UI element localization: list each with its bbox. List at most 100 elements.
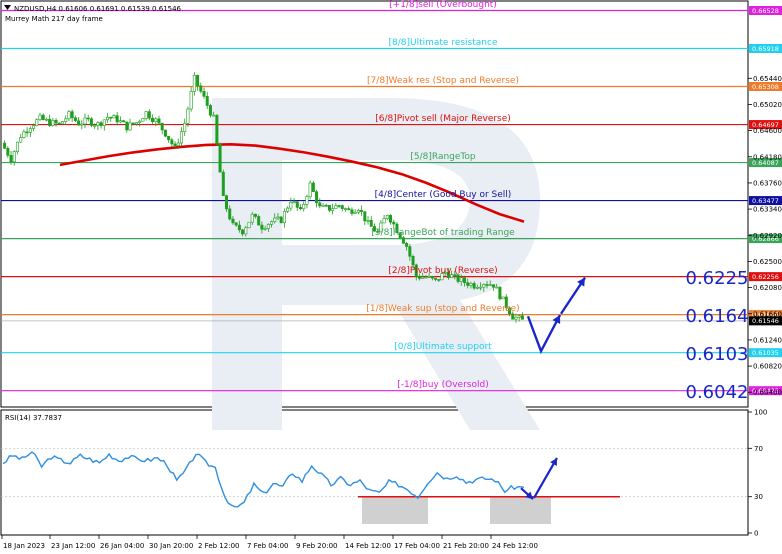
candle-body [292, 201, 296, 204]
candle-body [479, 286, 483, 289]
candle-body [212, 114, 216, 117]
candle-body [99, 122, 103, 126]
candle-body [411, 256, 415, 266]
x-axis-tick-label: 30 Jan 20:00 [149, 542, 193, 550]
candle-body [141, 118, 145, 122]
candle-body [83, 117, 87, 125]
candle-body [340, 205, 344, 209]
murrey-level-badge-text: 0.66528 [752, 7, 779, 15]
x-axis-tick-label: 26 Jan 04:00 [100, 542, 144, 550]
rsi-axis-tick-label: 0 [754, 530, 758, 538]
candle-body [295, 201, 299, 208]
murrey-level-label: [2/8]Pivot buy (Reverse) [388, 266, 497, 276]
candle-body [318, 202, 322, 207]
candle-body [279, 216, 283, 224]
y-axis-tick-label: 0.60400 [753, 389, 782, 397]
candle-body [270, 221, 274, 225]
x-axis-tick-label: 14 Feb 12:00 [345, 542, 391, 550]
candle-body [356, 210, 360, 213]
x-axis-tick-label: 9 Feb 20:00 [296, 542, 337, 550]
y-axis-tick-label: 0.63760 [753, 179, 782, 187]
murrey-level-badge-text: 0.63477 [752, 197, 779, 205]
candle-body [54, 119, 58, 124]
candle-body [266, 224, 270, 229]
candle-body [218, 143, 222, 173]
candle-body [122, 120, 126, 123]
y-axis-tick-label: 0.62500 [753, 258, 782, 266]
x-axis-tick-label: 2 Feb 12:00 [198, 542, 239, 550]
candle-body [118, 120, 122, 123]
candle-body [244, 227, 248, 235]
x-axis-tick-label: 7 Feb 04:00 [247, 542, 288, 550]
candle-body [382, 218, 386, 224]
candle-body [311, 182, 315, 192]
candle-body [298, 207, 302, 210]
candle-body [421, 276, 425, 279]
candle-body [102, 119, 106, 126]
murrey-level-badge-text: 0.61035 [752, 349, 779, 357]
candle-body [327, 205, 331, 211]
candle-body [93, 124, 97, 127]
candle-body [321, 205, 325, 207]
candle-body [511, 313, 515, 320]
candle-body [44, 118, 48, 121]
candle-body [417, 276, 421, 279]
candle-body [138, 120, 142, 123]
y-axis-tick-label: 0.64180 [753, 153, 782, 161]
candle-body [475, 287, 479, 289]
murrey-level-label: [+1/8]sell (Overbought) [389, 0, 497, 10]
rsi-header: RSI(14) 37.7837 [5, 414, 62, 422]
murrey-level-label: [0/8]Ultimate support [394, 342, 492, 352]
candle-body [517, 315, 521, 318]
candle-body [273, 217, 277, 222]
candle-body [154, 118, 158, 122]
candle-body [231, 218, 235, 224]
candle-body [427, 276, 431, 278]
candle-body [282, 211, 286, 224]
candle-body [41, 114, 45, 120]
candle-body [405, 243, 409, 247]
candle-body [163, 129, 167, 137]
y-axis-tick-label: 0.60820 [753, 363, 782, 371]
candle-body [208, 105, 212, 116]
candle-body [263, 228, 267, 230]
candle-body [86, 117, 90, 120]
candle-body [472, 283, 476, 289]
candle-body [498, 286, 502, 300]
candle-body [147, 111, 151, 119]
candle-body [183, 123, 187, 132]
price-target-label: 0.6164 [686, 306, 749, 327]
candle-body [64, 118, 68, 122]
y-axis-tick-label: 0.62080 [753, 284, 782, 292]
price-target-label: 0.6225 [686, 268, 749, 289]
candle-body [459, 277, 463, 282]
y-axis-tick-label: 0.63340 [753, 206, 782, 214]
candle-body [32, 125, 36, 129]
candle-body [67, 111, 71, 120]
candle-body [389, 215, 393, 223]
candle-body [70, 111, 74, 119]
candle-body [22, 131, 26, 138]
candle-body [353, 211, 357, 214]
candle-body [96, 122, 100, 126]
candle-body [501, 296, 505, 300]
candle-body [202, 91, 206, 97]
candle-body [482, 284, 486, 288]
candle-body [424, 276, 428, 279]
murrey-level-label: [1/8]Weak sup (stop and Reverse) [366, 304, 519, 314]
murrey-level-label: [4/8]Center (Good Buy or Sell) [375, 190, 512, 200]
murrey-level-label: [8/8]Ultimate resistance [389, 38, 498, 48]
candle-body [225, 195, 229, 210]
murrey-level-label: [-1/8]buy (Oversold) [397, 380, 488, 390]
x-axis-tick-label: 23 Jan 12:00 [51, 542, 95, 550]
candle-body [434, 277, 438, 280]
candle-body [215, 114, 219, 145]
candle-body [344, 208, 348, 210]
candle-body [221, 171, 225, 196]
candle-body [305, 196, 309, 205]
candle-body [347, 208, 351, 211]
murrey-level-label: [5/8]RangeTop [410, 152, 476, 162]
candle-body [491, 284, 495, 288]
candle-body [257, 216, 261, 226]
candle-body [51, 119, 55, 126]
